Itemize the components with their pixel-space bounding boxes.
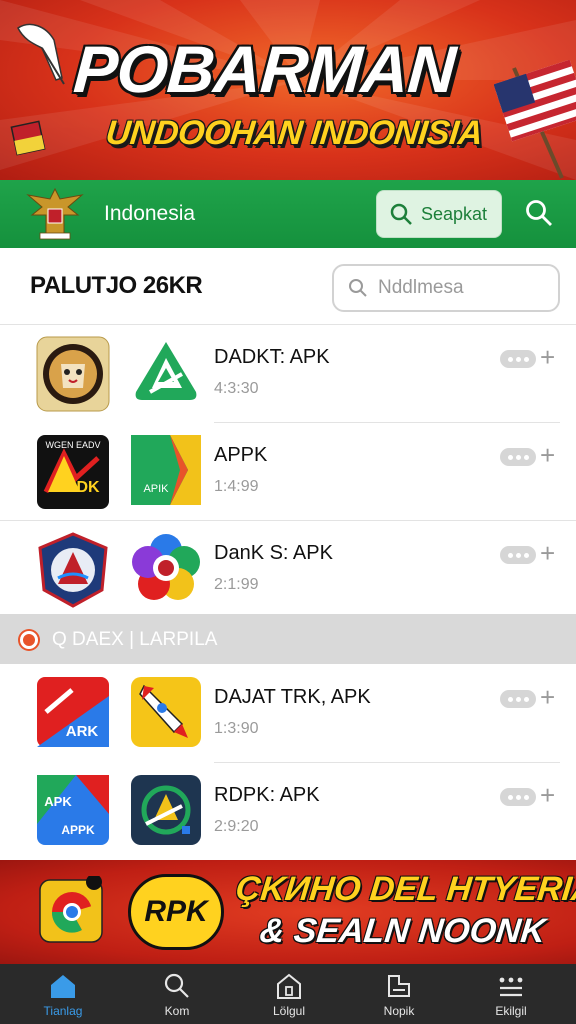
app-meta: 1:4:99 — [214, 478, 259, 495]
search-field[interactable] — [332, 264, 560, 312]
app-meta: 4:3:30 — [214, 380, 259, 397]
banner-subtitle: UNDOOHAN INDONISIA — [104, 114, 485, 152]
promo-banner[interactable]: RPK ÇKИHO DEL HTYERIAR, & SEALN NOONK — [0, 860, 576, 964]
section-bar[interactable]: Q DAEX | LARPILA — [0, 614, 576, 664]
dark-a-app-icon[interactable] — [130, 774, 202, 846]
add-icon[interactable]: + — [540, 442, 555, 468]
banner-title: POBARMAN — [71, 32, 458, 106]
nav-label: Tianlag — [43, 1004, 83, 1018]
promo-line2: & SEALN NOONK — [258, 912, 548, 950]
app-name: DAJAT TRK, APK — [214, 686, 371, 708]
section-label: Q DAEX | LARPILA — [52, 629, 218, 650]
badge-a-app-icon[interactable] — [36, 532, 110, 608]
chrome-app-icon — [39, 876, 103, 943]
list-title: PALUTJO 26KR — [30, 272, 203, 299]
add-icon[interactable]: + — [540, 684, 555, 710]
bottom-nav: Tianlag Kom Lölgul Nopik Ekilgil — [0, 964, 576, 1024]
nav-label: Ekilgil — [495, 1004, 527, 1018]
promo-line1: ÇKИHO DEL HTYERIAR, — [234, 870, 576, 908]
appk-app-icon[interactable]: APK APPK — [36, 774, 110, 850]
nav-label: Lölgul — [272, 1004, 306, 1018]
header-title: Indonesia — [104, 202, 196, 225]
app-name: DADKT: APK — [214, 346, 330, 368]
ark-label: ARK — [66, 723, 99, 740]
app-name: DanK S: APK — [214, 542, 333, 564]
more-options-icon[interactable] — [500, 546, 536, 564]
search-input[interactable] — [378, 277, 538, 299]
divider — [0, 520, 576, 521]
nav-label: Nopik — [383, 1004, 415, 1018]
home-icon — [51, 975, 75, 998]
section-dot-icon — [20, 631, 38, 649]
rocket-app-icon[interactable] — [130, 676, 202, 748]
feather-icon — [17, 23, 65, 85]
menu-icon — [499, 977, 523, 997]
search-icon — [164, 973, 189, 998]
divider — [214, 762, 560, 763]
app-name: APPK — [214, 444, 268, 466]
green-a-app-icon[interactable] — [130, 336, 202, 408]
header-search-button[interactable]: Seapkat — [376, 190, 502, 238]
apk-small-label: APK — [44, 794, 72, 809]
app-row[interactable]: APK APPK RDPK: APK 2:9:20 + — [0, 774, 576, 870]
more-options-icon[interactable] — [500, 788, 536, 806]
ark-app-icon[interactable]: ARK — [36, 676, 110, 752]
rooster-app-icon[interactable] — [36, 336, 110, 412]
adk-bottom-label: DK — [76, 479, 100, 496]
promo-rpk-badge: RPK — [128, 874, 224, 950]
nav-item-menu[interactable]: Ekilgil — [456, 964, 566, 1024]
more-options-icon[interactable] — [500, 690, 536, 708]
nav-item-home[interactable]: Tianlag — [8, 964, 118, 1024]
usa-flag-icon — [494, 60, 576, 179]
nav-item-search[interactable]: Kom — [122, 964, 232, 1024]
header-search-label: Seapkat — [421, 203, 488, 224]
divider — [0, 324, 576, 325]
app-row[interactable]: ARK DAJAT TRK, APK 1:3:90 + — [0, 676, 576, 772]
small-flag-icon — [10, 120, 46, 156]
more-options-icon[interactable] — [500, 448, 536, 466]
adk-app-icon[interactable]: WGEN EADV DK — [36, 434, 110, 510]
app-meta: 1:3:90 — [214, 720, 259, 737]
more-options-icon[interactable] — [500, 350, 536, 368]
add-icon[interactable]: + — [540, 782, 555, 808]
search-field-icon — [349, 279, 367, 297]
nav-item-apps[interactable]: Lölgul — [234, 964, 344, 1024]
apik-label: APIK — [143, 483, 169, 495]
appk-label: APPK — [61, 823, 95, 837]
app-header: Indonesia Seapkat — [0, 180, 576, 248]
app-row[interactable]: WGEN EADV DK APIK APPK 1:4:99 + — [0, 434, 576, 530]
divider — [214, 422, 560, 423]
app-name: RDPK: APK — [214, 784, 320, 806]
adk-top-label: WGEN EADV — [45, 440, 100, 450]
flower-app-icon[interactable] — [130, 532, 202, 604]
search-icon — [390, 203, 412, 225]
add-icon[interactable]: + — [540, 344, 555, 370]
nav-label: Kom — [164, 1004, 190, 1018]
app-meta: 2:9:20 — [214, 818, 259, 835]
garuda-emblem-icon — [26, 187, 84, 240]
house-outline-icon — [277, 973, 301, 999]
add-icon[interactable]: + — [540, 540, 555, 566]
app-meta: 2:1:99 — [214, 576, 259, 593]
header-search-icon[interactable] — [524, 198, 554, 228]
app-row[interactable]: DADKT: APK 4:3:30 + — [0, 336, 576, 432]
stack-icon — [388, 975, 410, 997]
top-banner: POBARMAN UNDOOHAN INDONISIA — [0, 0, 576, 180]
apik-app-icon[interactable]: APIK — [130, 434, 202, 506]
nav-item-updates[interactable]: Nopik — [344, 964, 454, 1024]
